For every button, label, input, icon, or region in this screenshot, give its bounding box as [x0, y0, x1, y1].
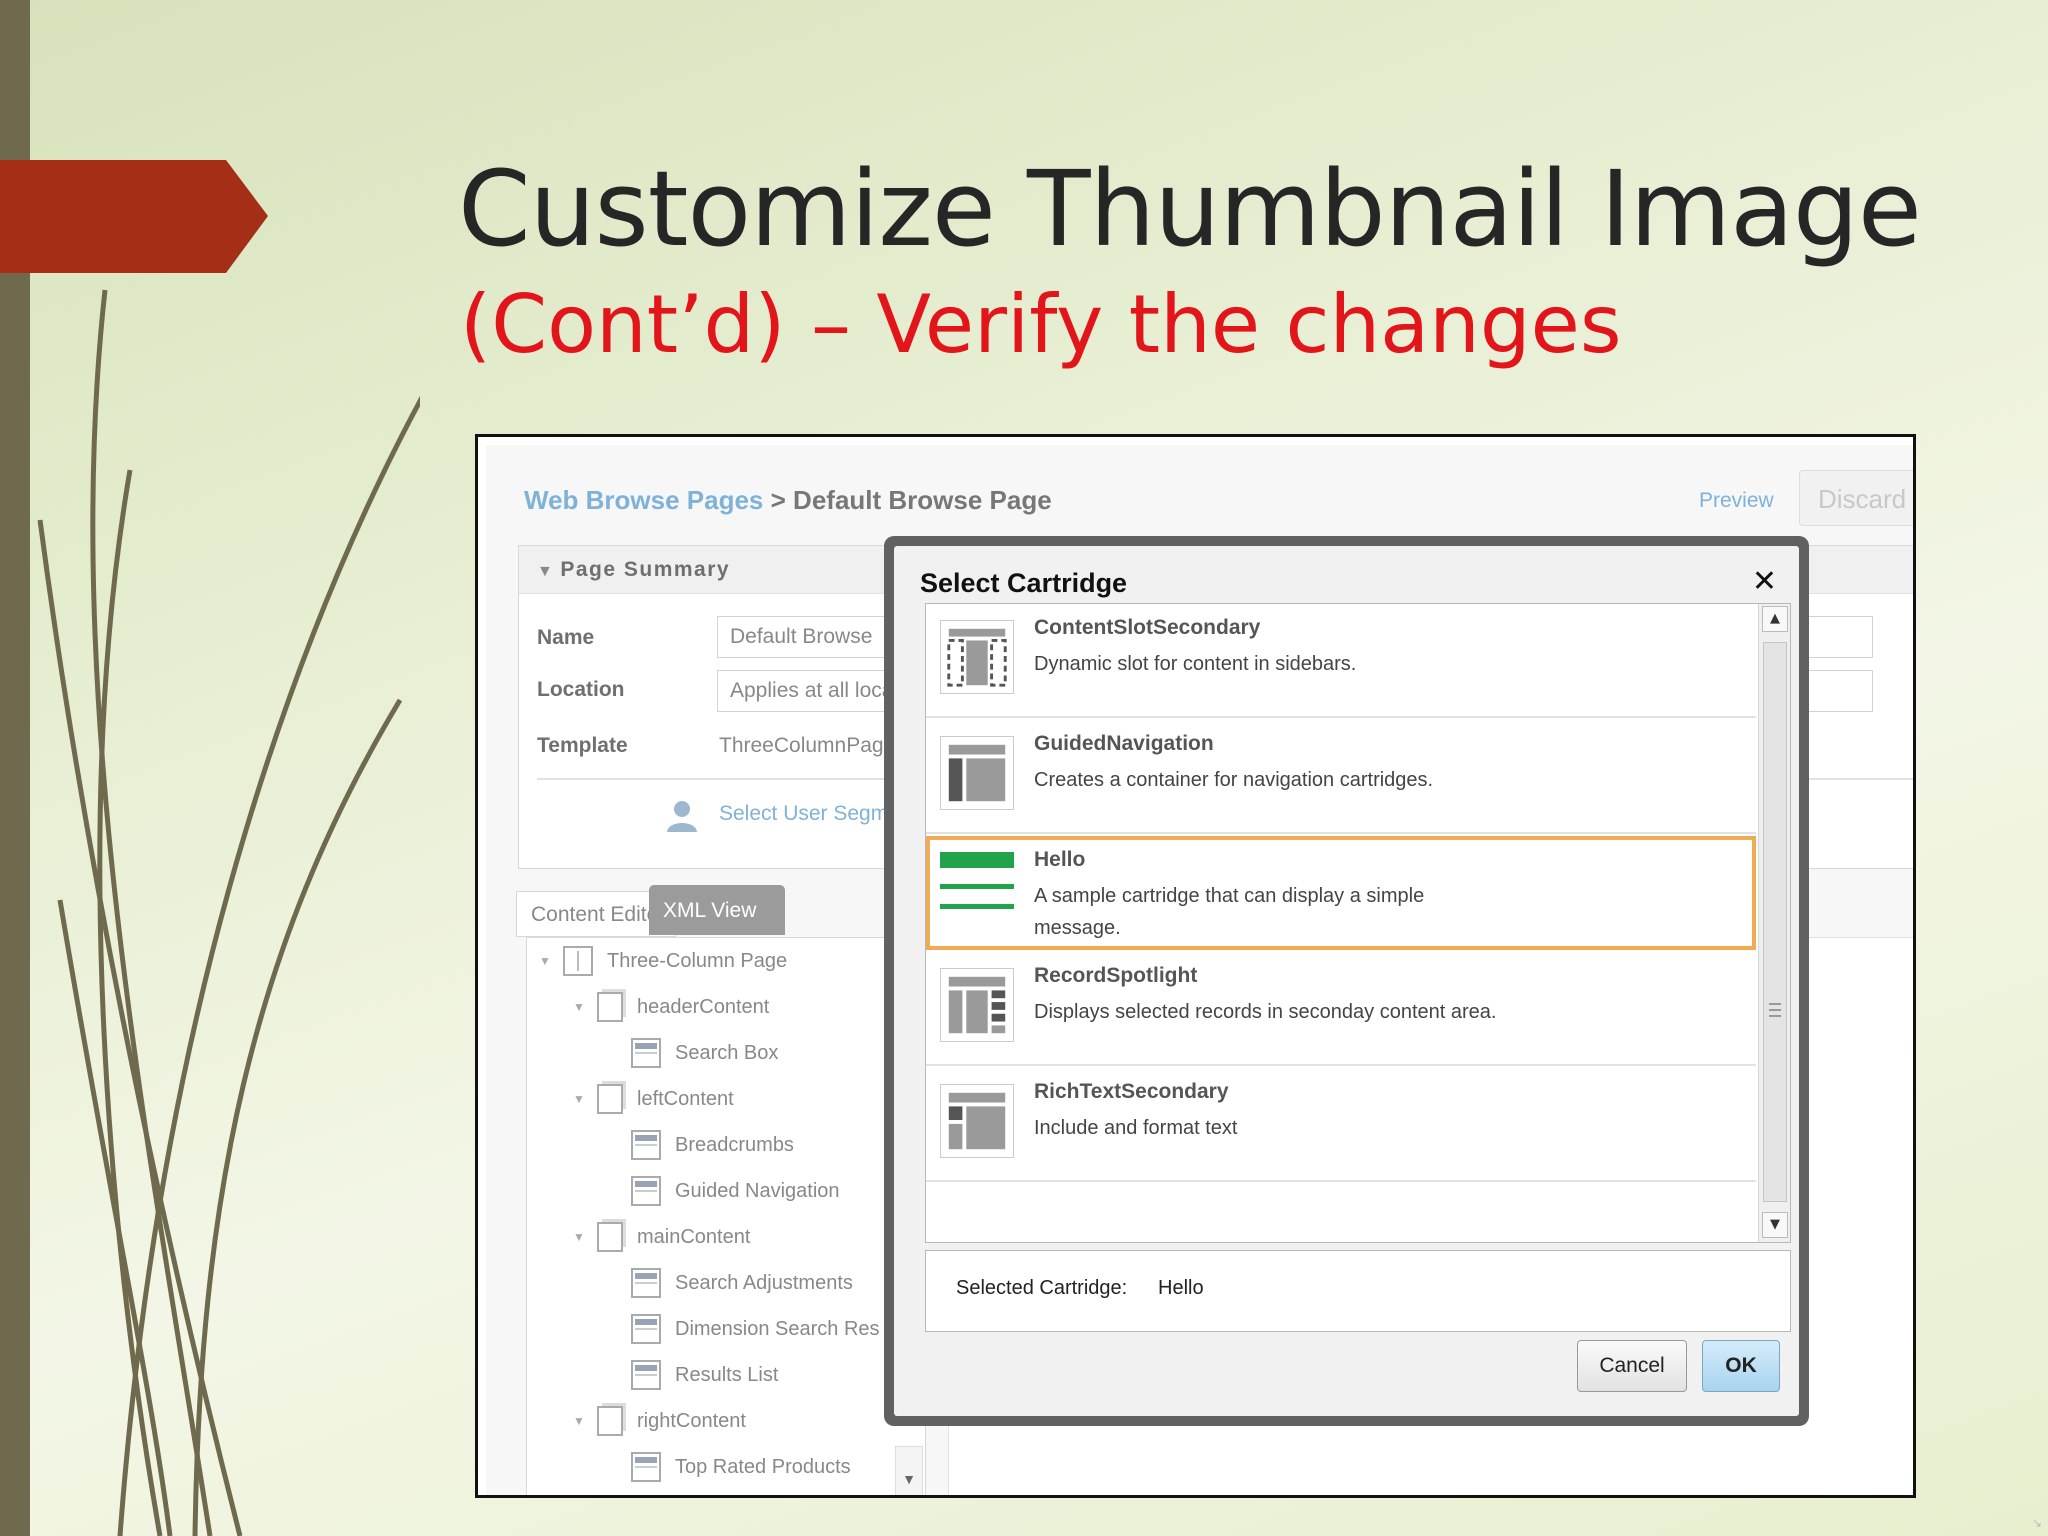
cartridge-icon	[631, 1130, 661, 1160]
tree-node-label: Guided Navigation	[675, 1179, 840, 1202]
tree-node-guided-navigation[interactable]: Guided Navigation	[631, 1174, 840, 1208]
tree-node-label: Top Rated Products	[675, 1455, 851, 1478]
green-bars-thumbnail-icon	[940, 848, 1014, 922]
tree-scroll-down-button[interactable]: ▼	[895, 1446, 923, 1495]
tree-node-label: leftContent	[637, 1087, 734, 1110]
tree-node-left-content[interactable]: ▼ leftContent	[573, 1082, 734, 1116]
content-folder-icon	[597, 1406, 623, 1436]
cartridge-description: Displays selected records in seconday co…	[1034, 1001, 1497, 1023]
expand-arrow-icon[interactable]: ▼	[573, 1000, 587, 1014]
cartridge-name: GuidedNavigation	[1034, 732, 1214, 755]
template-label: Template	[537, 734, 628, 757]
tree-node-breadcrumbs[interactable]: Breadcrumbs	[631, 1128, 794, 1162]
record-grid-thumbnail-icon	[940, 968, 1014, 1042]
tree-node-label: Search Box	[675, 1041, 779, 1064]
sidebar-slots-thumbnail-icon	[940, 620, 1014, 694]
content-folder-icon	[597, 1222, 623, 1252]
cartridge-icon	[631, 1176, 661, 1206]
close-icon[interactable]: ✕	[1752, 564, 1777, 599]
slide-subtitle: (Cont’d) – Verify the changes	[460, 278, 1622, 371]
cartridge-icon	[631, 1314, 661, 1344]
discard-button[interactable]: Discard	[1799, 470, 1913, 526]
dialog-title: Select Cartridge	[920, 568, 1128, 598]
cartridge-description: Dynamic slot for content in sidebars.	[1034, 653, 1357, 675]
expand-arrow-icon[interactable]: ▼	[539, 954, 553, 968]
selected-cartridge-label: Selected Cartridge:	[956, 1277, 1128, 1299]
tree-node-top-rated-products[interactable]: Top Rated Products	[631, 1450, 851, 1484]
tree-node-right-content[interactable]: ▼ rightContent	[573, 1404, 746, 1438]
template-value: ThreeColumnPage	[719, 734, 896, 757]
tree-node-dimension-search-results[interactable]: Dimension Search Res	[631, 1312, 880, 1346]
select-user-segment-link[interactable]: Select User Segm	[719, 802, 888, 826]
tree-node-search-box[interactable]: Search Box	[631, 1036, 778, 1070]
expand-arrow-icon[interactable]: ▼	[573, 1230, 587, 1244]
left-nav-thumbnail-icon	[940, 736, 1014, 810]
cartridge-icon	[631, 1360, 661, 1390]
cartridge-description: A sample cartridge that can display a si…	[1034, 885, 1425, 939]
name-label: Name	[537, 626, 595, 649]
breadcrumb: Web Browse Pages > Default Browse Page	[524, 485, 1052, 516]
tree-node-label: Three-Column Page	[607, 949, 788, 972]
cartridge-icon	[631, 1452, 661, 1482]
dialog-body: Select Cartridge ✕ ContentSlotSecondary …	[894, 546, 1799, 1416]
content-folder-icon	[597, 992, 623, 1022]
breadcrumb-separator: >	[770, 485, 786, 515]
cancel-button[interactable]: Cancel	[1577, 1340, 1687, 1392]
content-tree: ▼ Three-Column Page ▼ headerContent Sear…	[526, 937, 926, 1495]
expand-arrow-icon[interactable]: ▼	[573, 1414, 587, 1428]
tree-node-label: rightContent	[637, 1409, 746, 1432]
cartridge-description: Creates a container for navigation cartr…	[1034, 769, 1434, 791]
cartridge-item-hello[interactable]: Hello A sample cartridge that can displa…	[926, 836, 1756, 950]
tree-node-label: Results List	[675, 1363, 779, 1386]
tree-node-three-column-page[interactable]: ▼ Three-Column Page	[539, 944, 787, 978]
tree-node-label: Search Adjustments	[675, 1271, 853, 1294]
rich-text-thumbnail-icon	[940, 1084, 1014, 1158]
preview-link[interactable]: Preview	[1699, 489, 1774, 513]
selected-cartridge-value: Hello	[1158, 1277, 1204, 1299]
scroll-up-icon[interactable]: ▲	[1762, 606, 1788, 632]
cartridge-item-rich-text-secondary[interactable]: RichTextSecondary Include and format tex…	[926, 1068, 1756, 1182]
page-layout-icon	[563, 946, 593, 976]
tree-node-search-adjustments[interactable]: Search Adjustments	[631, 1266, 853, 1300]
cartridge-icon	[631, 1268, 661, 1298]
tree-node-results-list[interactable]: Results List	[631, 1358, 778, 1392]
cartridge-description: Include and format text	[1034, 1117, 1238, 1139]
slide-title: Customize Thumbnail Image	[458, 148, 1922, 270]
content-folder-icon	[597, 1084, 623, 1114]
tree-node-label: Breadcrumbs	[675, 1133, 794, 1156]
cartridge-item-guided-navigation[interactable]: GuidedNavigation Creates a container for…	[926, 720, 1756, 834]
scrollbar-thumb[interactable]	[1763, 642, 1787, 1202]
cartridge-name: RecordSpotlight	[1034, 964, 1198, 987]
cartridge-name: ContentSlotSecondary	[1034, 616, 1261, 639]
tree-node-main-content[interactable]: ▼ mainContent	[573, 1220, 750, 1254]
collapse-triangle-icon: ▼	[537, 563, 555, 580]
tree-node-header-content[interactable]: ▼ headerContent	[573, 990, 769, 1024]
location-label: Location	[537, 678, 625, 701]
select-cartridge-dialog: Select Cartridge ✕ ContentSlotSecondary …	[884, 536, 1809, 1426]
grip-icon	[1769, 1003, 1781, 1017]
cartridge-item-content-slot-secondary[interactable]: ContentSlotSecondary Dynamic slot for co…	[926, 604, 1756, 718]
cartridge-item-record-spotlight[interactable]: RecordSpotlight Displays selected record…	[926, 952, 1756, 1066]
expand-arrow-icon[interactable]: ▼	[573, 1092, 587, 1106]
cartridge-name: RichTextSecondary	[1034, 1080, 1229, 1103]
corner-mark: ↘	[2031, 1516, 2042, 1530]
scroll-down-icon[interactable]: ▼	[1762, 1212, 1788, 1238]
tree-node-label: headerContent	[637, 995, 770, 1018]
breadcrumb-parent-link[interactable]: Web Browse Pages	[524, 485, 763, 515]
page-summary-title: Page Summary	[560, 558, 731, 581]
cartridge-icon	[631, 1038, 661, 1068]
tab-xml-view[interactable]: XML View	[649, 885, 785, 935]
tree-node-label: mainContent	[637, 1225, 751, 1248]
title-arrow-shape	[0, 160, 268, 273]
breadcrumb-current: Default Browse Page	[793, 485, 1052, 515]
selected-cartridge-bar: Selected Cartridge: Hello	[925, 1250, 1791, 1332]
user-icon	[667, 801, 697, 832]
cartridge-list-scrollbar[interactable]: ▲ ▼	[1758, 604, 1790, 1242]
tree-node-label: Dimension Search Res	[675, 1317, 880, 1340]
cartridge-list: ContentSlotSecondary Dynamic slot for co…	[925, 603, 1791, 1243]
cartridge-name: Hello	[1034, 848, 1086, 871]
ok-button[interactable]: OK	[1702, 1340, 1780, 1392]
